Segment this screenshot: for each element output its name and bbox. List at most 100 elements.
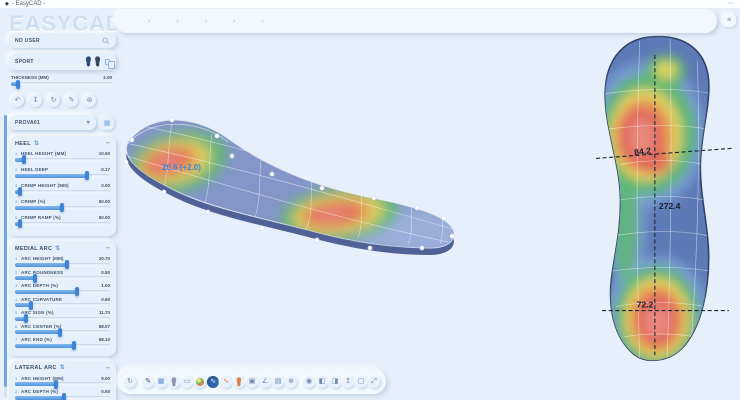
thickness-slider[interactable] — [11, 82, 112, 86]
slider-track[interactable] — [15, 263, 110, 267]
spline-tool-icon[interactable]: ∿ — [220, 376, 232, 388]
print-icon[interactable]: ▤ — [272, 376, 284, 388]
export-icon[interactable]: ↥ — [342, 376, 354, 388]
slider-label: HEEL HEIGHT (MM) — [21, 151, 66, 156]
slider-track[interactable] — [15, 382, 110, 386]
tool-glyph: ↻ — [51, 97, 57, 104]
tool-glyph: ▤ — [275, 378, 282, 385]
box-icon[interactable]: ▢ — [355, 376, 367, 388]
slider-index: 4 — [15, 297, 19, 302]
settings-icon[interactable]: ⊛ — [83, 94, 96, 107]
slider-track[interactable] — [15, 290, 110, 294]
slider-index: 1 — [15, 376, 19, 381]
slider-value: 50.00 — [99, 199, 110, 204]
slider-value: 11.70 — [99, 310, 110, 315]
slider-value: 9.00 — [101, 376, 110, 381]
grid-icon[interactable]: ▦ — [155, 376, 167, 388]
globe-icon[interactable]: ⊕ — [285, 376, 297, 388]
tool-glyph: ▦ — [158, 378, 165, 385]
menu-icon[interactable]: ≡ — [722, 13, 736, 27]
slider-index: 2 — [15, 167, 19, 172]
heel-height-readout: 20.6 (+2.0) — [162, 163, 201, 172]
slider-track[interactable] — [15, 158, 110, 162]
refresh-icon[interactable]: ↻ — [47, 94, 60, 107]
slider-index: 3 — [15, 283, 19, 288]
record-icon[interactable]: ◉ — [303, 376, 315, 388]
color-sphere-icon[interactable] — [194, 376, 206, 388]
tool-glyph — [236, 377, 242, 387]
panel-right-icon[interactable]: ◨ — [329, 376, 341, 388]
tool-glyph: ▣ — [249, 378, 256, 385]
scrollbar-thumb[interactable] — [4, 115, 7, 387]
tool-glyph: ⊕ — [288, 378, 294, 385]
flatten-icon[interactable]: ▭ — [181, 376, 193, 388]
template-card: SPORT — [9, 53, 116, 70]
slider-track[interactable] — [15, 303, 110, 307]
reset-view-icon[interactable]: ↻ — [124, 376, 136, 388]
fullscreen-icon[interactable]: ⤢ — [368, 376, 380, 388]
orange-foot-icon[interactable] — [233, 376, 245, 388]
slider-track[interactable] — [15, 344, 110, 348]
undo-icon[interactable]: ↶ — [11, 94, 24, 107]
section-medial-arc: MEDIAL ARC ⇅ – 1 ARC HEIGHT (MM) 20.70 2… — [9, 241, 116, 356]
section-lateral-arc: LATERAL ARC ⇅ – 1 ARC HEIGHT (MM) 9.00 2… — [9, 361, 116, 400]
section-heel: HEEL ⇅ – 1 HEEL HEIGHT (MM) 10.50 2 HEEL… — [9, 136, 116, 236]
slider-label: CRIMP RAMP (%) — [21, 215, 61, 220]
tool-glyph: ◨ — [332, 378, 339, 385]
slider-row: 1 ARC HEIGHT (MM) 20.70 — [15, 256, 110, 267]
right-foot-icon[interactable] — [94, 56, 101, 67]
download-icon[interactable]: ↧ — [29, 94, 42, 107]
left-foot-icon[interactable] — [85, 56, 92, 67]
length-value: 272.4 — [659, 201, 681, 211]
smooth-tool-icon[interactable]: ∿ — [207, 376, 219, 388]
panel-left-icon[interactable]: ◧ — [316, 376, 328, 388]
nav-separator: › — [205, 18, 207, 25]
slider-track[interactable] — [15, 222, 110, 226]
image-icon[interactable]: ▣ — [246, 376, 258, 388]
slider-track[interactable] — [15, 317, 110, 321]
slider-row: 3 CRIMP HEIGHT (MM) 0.00 — [15, 183, 110, 194]
slider-track[interactable] — [15, 174, 110, 178]
slider-track[interactable] — [15, 330, 110, 334]
slider-index: 4 — [15, 199, 19, 204]
tool-glyph: ✎ — [145, 378, 151, 385]
tool-glyph — [196, 378, 204, 386]
slider-row: 3 ARC DEPTH (%) 1.00 — [15, 283, 110, 294]
tool-glyph: ∿ — [210, 378, 216, 385]
window-controls-icon[interactable]: ⋯ — [728, 1, 735, 7]
collapse-icon[interactable]: – — [106, 365, 110, 372]
sidebar-scrollbar[interactable] — [4, 115, 7, 398]
edit-icon[interactable]: ✎ — [65, 94, 78, 107]
collapse-icon[interactable]: – — [106, 140, 110, 147]
section-title: MEDIAL ARC — [15, 246, 52, 252]
slider-index: 1 — [15, 151, 19, 156]
user-card[interactable]: NO USER — [9, 33, 116, 48]
window-title: - EasyCAD - — [12, 1, 45, 7]
measure-icon[interactable]: ∠ — [259, 376, 271, 388]
slider-value: 1.00 — [101, 283, 110, 288]
slider-track[interactable] — [15, 206, 110, 210]
slider-row: 2 ARC ROUNDNESS 0.50 — [15, 270, 110, 281]
tool-glyph: ∿ — [223, 378, 229, 385]
slider-label: CRIMP (%) — [21, 199, 45, 204]
nav-separator: › — [261, 18, 263, 25]
slider-row: 5 ARC SIGN (%) 11.70 — [15, 310, 110, 321]
slider-track[interactable] — [15, 276, 110, 280]
tool-glyph: ↻ — [127, 378, 133, 385]
perspective-viewport[interactable]: 20.6 (+2.0) — [112, 96, 482, 291]
foot-tool-icon[interactable] — [168, 376, 180, 388]
slider-row: 5 CRIMP RAMP (%) 50.00 — [15, 215, 110, 226]
slider-value: 0.00 — [101, 183, 110, 188]
project-dropdown[interactable]: PROVA01 ▾ — [9, 115, 96, 130]
workflow-nav: ››››› — [115, 9, 717, 33]
collapse-icon[interactable]: – — [106, 245, 110, 252]
slider-track[interactable] — [15, 396, 110, 400]
template-label: SPORT — [15, 59, 34, 65]
plan-viewport[interactable]: 84.2 272.4 72.2 — [594, 32, 736, 368]
slider-label: HEEL DEEP — [21, 167, 48, 172]
pair-icon[interactable] — [105, 59, 110, 65]
slider-track[interactable] — [15, 190, 110, 194]
library-icon[interactable]: ▦ — [100, 116, 114, 130]
slider-row: 2 ARC DEPTH (%) 0.50 — [15, 389, 110, 400]
pin-tool-icon[interactable]: ✎ — [142, 376, 154, 388]
